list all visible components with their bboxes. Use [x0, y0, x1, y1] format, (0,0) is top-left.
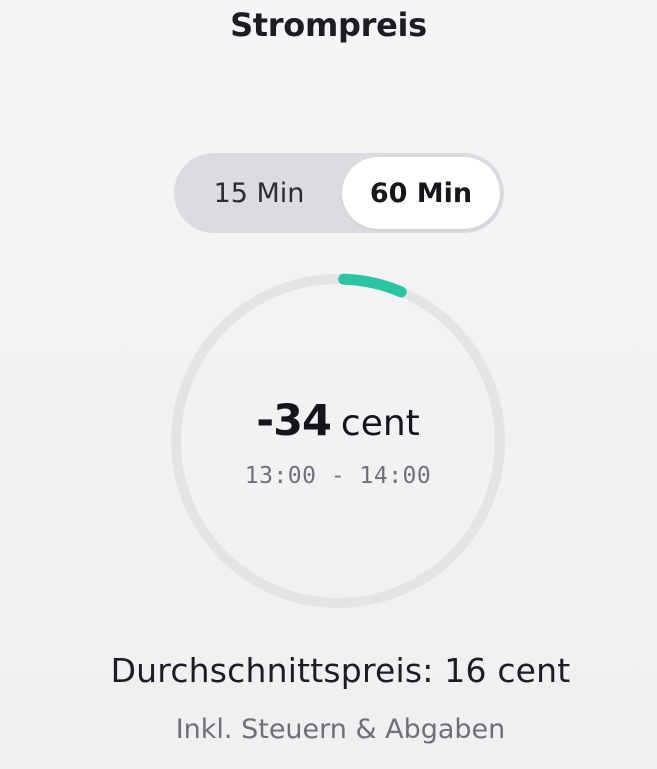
price-unit: cent: [340, 403, 420, 444]
interval-option-15-min[interactable]: 15 Min: [184, 153, 334, 233]
time-range: 13:00 - 14:00: [244, 463, 432, 489]
page-title: Strompreis: [230, 6, 427, 44]
price-value: -34: [256, 396, 332, 446]
current-price: -34 cent: [165, 396, 511, 446]
price-gauge: -34 cent 13:00 - 14:00: [165, 268, 511, 614]
price-screen: Strompreis 15 Min 60 Min -34 cent 13:00 -…: [0, 0, 657, 769]
tax-note: Inkl. Steuern & Abgaben: [175, 714, 506, 745]
interval-toggle[interactable]: 15 Min 60 Min: [174, 153, 504, 233]
average-price: Durchschnittspreis: 16 cent: [110, 651, 571, 690]
interval-option-60-min[interactable]: 60 Min: [342, 157, 500, 229]
gauge-center: -34 cent 13:00 - 14:00: [165, 268, 511, 614]
